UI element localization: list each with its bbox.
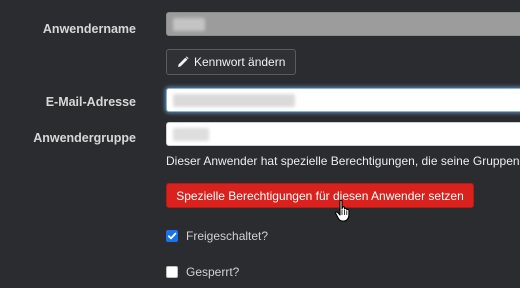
email-label: E-Mail-Adresse [45, 95, 136, 109]
username-value-redacted [173, 18, 205, 31]
hand-pointer-icon [334, 199, 354, 223]
email-field[interactable] [166, 88, 520, 112]
usergroup-field[interactable] [166, 122, 520, 146]
locked-label: Gesperrt? [186, 265, 240, 279]
pencil-icon [177, 56, 189, 68]
change-password-label: Kennwort ändern [194, 55, 286, 69]
special-permissions-note: Dieser Anwender hat spezielle Berechtigu… [166, 154, 520, 168]
change-password-button[interactable]: Kennwort ändern [166, 49, 297, 75]
usergroup-value-redacted [173, 128, 209, 141]
locked-checkbox[interactable] [166, 266, 178, 278]
username-field [166, 12, 520, 36]
enabled-checkbox[interactable] [166, 230, 178, 242]
email-value-redacted [173, 94, 295, 107]
usergroup-label: Anwendergruppe [33, 131, 136, 145]
username-label: Anwendername [42, 22, 136, 36]
special-permissions-label: Spezielle Berechtigungen für diesen Anwe… [176, 188, 464, 203]
special-permissions-button[interactable]: Spezielle Berechtigungen für diesen Anwe… [166, 183, 474, 208]
enabled-label: Freigeschaltet? [186, 229, 269, 243]
